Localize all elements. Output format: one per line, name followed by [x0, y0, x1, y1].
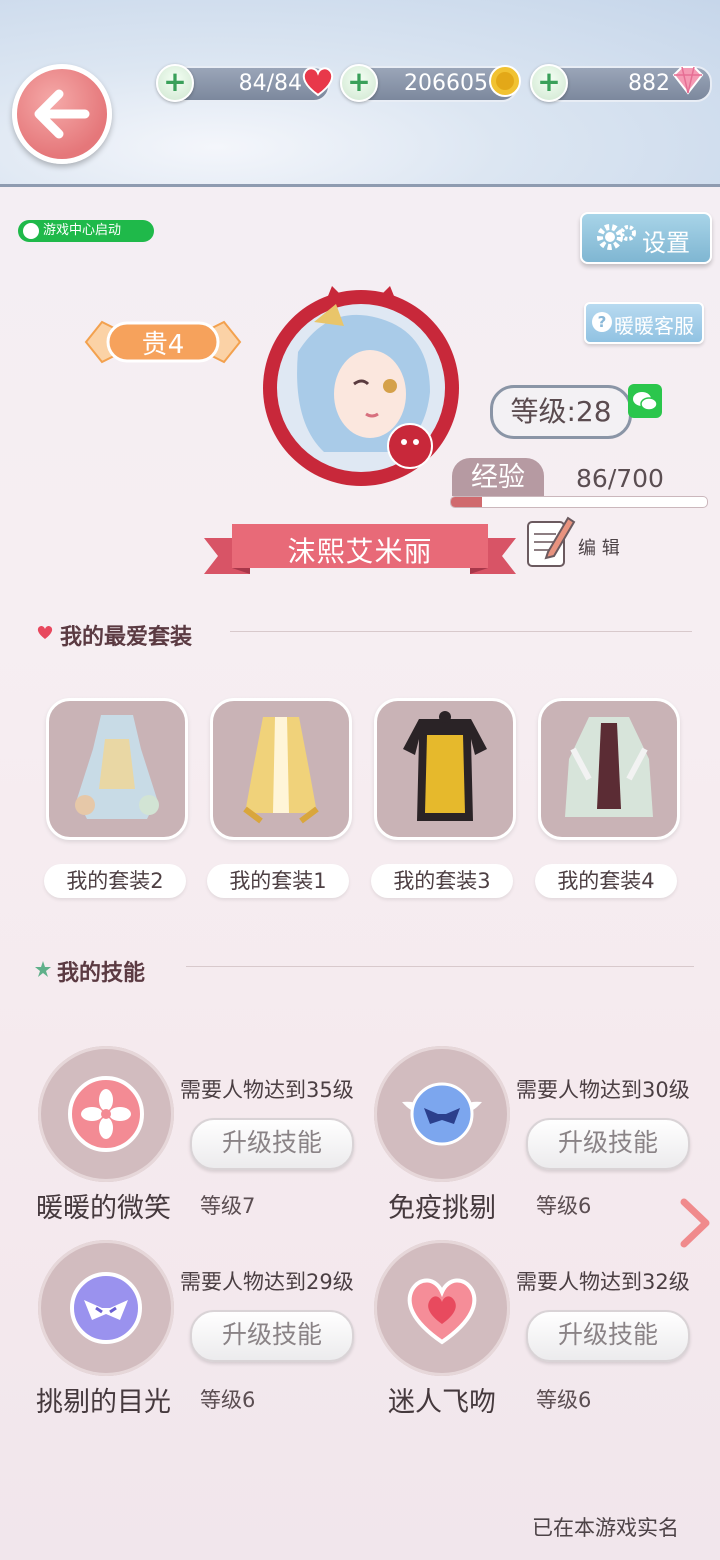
skill-level: 等级7 — [200, 1194, 256, 1218]
skill-icon-frame[interactable] — [374, 1240, 510, 1376]
upgrade-skill-label: 升级技能 — [221, 1320, 322, 1349]
skill-name: 挑剔的目光 — [36, 1387, 171, 1418]
hearts-value: 84/84 — [238, 71, 302, 96]
skills-divider — [186, 966, 694, 967]
settings-button[interactable]: 设置 — [580, 212, 712, 264]
skill-level: 等级6 — [200, 1388, 256, 1412]
avatar-image — [263, 286, 459, 486]
customer-service-label: 暖暖客服 — [614, 314, 694, 338]
skill-name: 免疫挑剔 — [388, 1193, 496, 1224]
skill-requirement: 需要人物达到29级 — [180, 1270, 354, 1294]
settings-label: 设置 — [642, 229, 690, 257]
chevron-right-icon[interactable] — [676, 1198, 712, 1248]
exp-progress-bar — [450, 496, 708, 508]
game-center-badge[interactable]: 游戏中心启动 — [18, 220, 154, 242]
diamonds-value: 882 — [628, 71, 670, 96]
heart-icon — [302, 67, 334, 97]
mask-icon — [70, 1272, 142, 1344]
skill-requirement: 需要人物达到35级 — [180, 1078, 354, 1102]
skill-name: 暖暖的微笑 — [36, 1193, 171, 1224]
outfit-card-2[interactable] — [210, 698, 352, 840]
upgrade-skill-label: 升级技能 — [557, 1320, 658, 1349]
outfit-image — [565, 717, 653, 817]
upgrade-skill-button[interactable]: 升级技能 — [526, 1310, 690, 1362]
heart-skill-icon — [407, 1278, 477, 1345]
noble-level-badge[interactable]: 贵4 — [84, 314, 242, 370]
coins-value: 206605 — [404, 71, 488, 96]
outfit-card-1[interactable] — [46, 698, 188, 840]
cherry-blossom-icon — [68, 1076, 144, 1152]
skill-icon-frame[interactable] — [374, 1046, 510, 1182]
section-heart-icon — [37, 625, 53, 639]
outfit-image — [243, 717, 319, 824]
outfit-image — [403, 711, 487, 821]
skill-requirement: 需要人物达到32级 — [516, 1270, 690, 1294]
outfit-card-3[interactable] — [374, 698, 516, 840]
back-button[interactable] — [12, 64, 112, 164]
exp-label: 经验 — [452, 458, 544, 496]
noble-level-text: 贵4 — [141, 330, 185, 360]
favorites-title: 我的最爱套装 — [60, 625, 193, 650]
coin-icon — [489, 65, 521, 97]
upgrade-skill-label: 升级技能 — [557, 1128, 658, 1157]
outfit-label-2[interactable]: 我的套装1 — [207, 864, 349, 898]
upgrade-skill-button[interactable]: 升级技能 — [190, 1310, 354, 1362]
skills-title: 我的技能 — [57, 961, 146, 986]
upgrade-skill-button[interactable]: 升级技能 — [526, 1118, 690, 1170]
game-center-icon — [23, 223, 39, 239]
winged-mask-icon — [402, 1082, 482, 1146]
skill-level: 等级6 — [536, 1194, 592, 1218]
player-avatar[interactable] — [258, 282, 464, 492]
add-coins-button[interactable]: + — [340, 64, 378, 102]
skill-icon-frame[interactable] — [38, 1046, 174, 1182]
add-diamonds-button[interactable]: + — [530, 64, 568, 102]
upgrade-skill-label: 升级技能 — [221, 1128, 322, 1157]
gear-icon — [597, 224, 636, 250]
back-arrow-icon — [34, 89, 90, 139]
real-name-verified-text: 已在本游戏实名 — [532, 1516, 679, 1540]
add-hearts-button[interactable]: + — [156, 64, 194, 102]
favorites-divider — [230, 631, 692, 632]
outfit-label-3[interactable]: 我的套装3 — [371, 864, 513, 898]
exp-progress-fill — [451, 497, 483, 507]
edit-pencil-icon — [527, 516, 576, 567]
question-icon: ? — [592, 312, 612, 332]
edit-name-button[interactable]: 编 辑 — [524, 512, 634, 572]
player-name-ribbon: 沫熙艾米丽 — [204, 518, 516, 578]
player-name: 沫熙艾米丽 — [287, 535, 433, 568]
skill-level: 等级6 — [536, 1388, 592, 1412]
wechat-icon[interactable] — [628, 384, 662, 418]
skill-name: 迷人飞吻 — [388, 1387, 496, 1418]
skill-requirement: 需要人物达到30级 — [516, 1078, 690, 1102]
skill-icon-frame[interactable] — [38, 1240, 174, 1376]
section-star-icon — [35, 961, 51, 977]
game-center-label: 游戏中心启动 — [43, 223, 122, 238]
outfit-image — [75, 715, 159, 819]
player-level: 等级:28 — [490, 385, 632, 439]
outfit-card-4[interactable] — [538, 698, 680, 840]
exp-value: 86/700 — [576, 464, 664, 493]
diamond-icon — [672, 66, 704, 95]
edit-label: 编 辑 — [578, 538, 620, 559]
customer-service-button[interactable]: ? 暖暖客服 — [584, 302, 704, 344]
wechat-logo — [633, 392, 658, 411]
outfit-label-1[interactable]: 我的套装2 — [44, 864, 186, 898]
outfit-label-4[interactable]: 我的套装4 — [535, 864, 677, 898]
upgrade-skill-button[interactable]: 升级技能 — [190, 1118, 354, 1170]
